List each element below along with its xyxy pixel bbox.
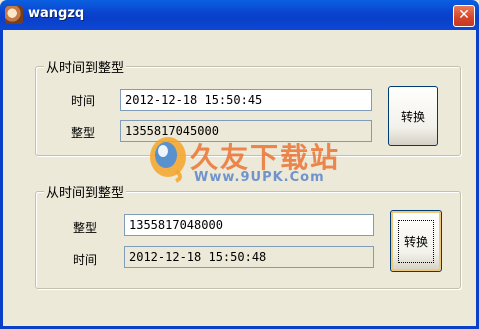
time-input-top[interactable]: 2012-12-18 15:50:45 [120,89,372,111]
int-label-bottom: 整型 [73,221,98,235]
watermark-url: Www.9UPK.Com [194,170,325,185]
close-button[interactable]: ✕ [453,5,475,27]
int-label-top: 整型 [71,126,96,140]
time-label-bottom: 时间 [73,253,98,267]
time-label-top: 时间 [71,94,96,108]
group-title-top: 从时间到整型 [44,57,127,76]
int-input-bottom[interactable]: 1355817048000 [124,214,374,236]
time-output-bottom[interactable]: 2012-12-18 15:50:48 [124,246,374,268]
group-title-bottom: 从时间到整型 [44,182,127,201]
watermark-logo-icon [150,137,186,183]
convert-button-bottom-label: 转换 [397,219,434,263]
app-icon [5,6,23,24]
convert-button-top[interactable]: 转换 [388,86,438,146]
title-bar[interactable]: wangzq ✕ [0,0,479,30]
convert-button-top-label: 转换 [400,109,425,124]
window-title: wangzq [28,6,85,21]
convert-button-bottom[interactable]: 转换 [390,210,442,272]
